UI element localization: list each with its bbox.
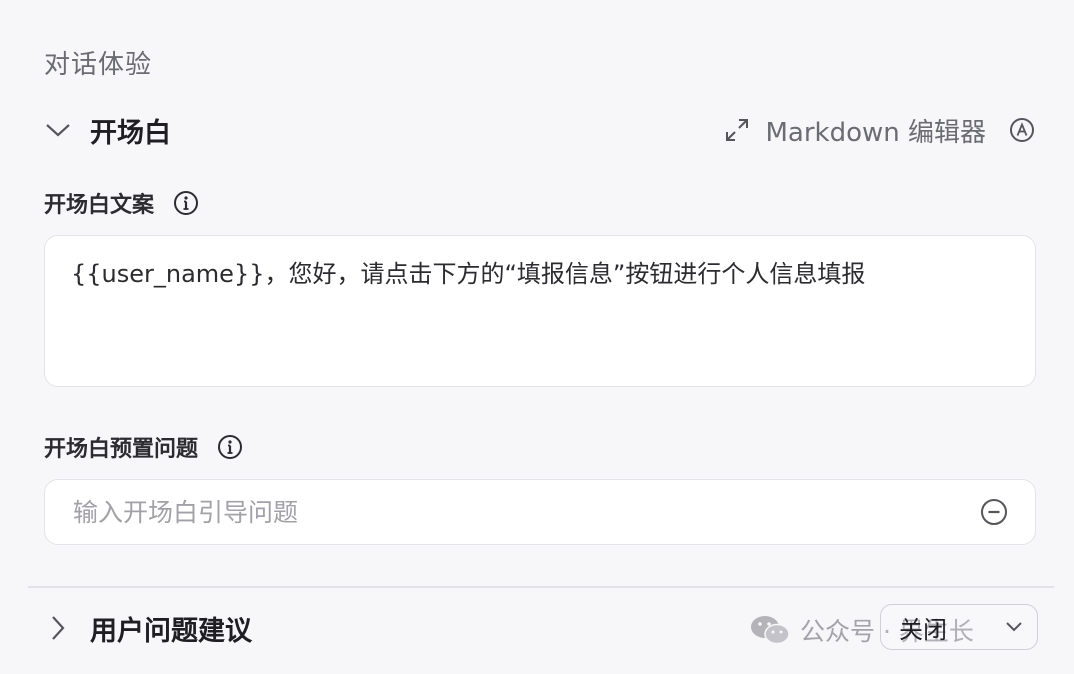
opening-preset-label: 开场白预置问题 bbox=[44, 437, 199, 462]
circle-a-icon[interactable] bbox=[1008, 116, 1036, 144]
markdown-editor-link[interactable]: Markdown 编辑器 bbox=[765, 112, 986, 149]
section-title: 对话体验 bbox=[44, 50, 153, 80]
suggestions-dropdown[interactable]: 关闭 bbox=[880, 604, 1038, 650]
dropdown-value: 关闭 bbox=[899, 615, 947, 644]
chevron-down-small-icon bbox=[1005, 618, 1023, 637]
chevron-right-icon[interactable] bbox=[44, 614, 72, 642]
opening-text-value: {{user_name}}，您好，请点击下方的“填报信息”按钮进行个人信息填报 bbox=[71, 260, 866, 288]
expand-icon[interactable] bbox=[723, 116, 751, 144]
info-icon[interactable] bbox=[172, 189, 200, 217]
wechat-icon bbox=[750, 614, 790, 646]
preset-question-field bbox=[44, 479, 1036, 545]
text-label-row: 开场白文案 bbox=[44, 187, 200, 219]
opening-header: 开场白 Markdown 编辑器 bbox=[44, 108, 1040, 152]
opening-text-area[interactable]: {{user_name}}，您好，请点击下方的“填报信息”按钮进行个人信息填报 bbox=[44, 235, 1036, 387]
minus-circle-icon[interactable] bbox=[979, 497, 1009, 527]
opening-text-label: 开场白文案 bbox=[44, 193, 155, 218]
suggestions-title[interactable]: 用户问题建议 bbox=[90, 609, 252, 648]
opening-title[interactable]: 开场白 bbox=[90, 111, 171, 150]
header-actions: Markdown 编辑器 bbox=[723, 112, 1040, 149]
preset-label-row: 开场白预置问题 bbox=[44, 431, 244, 463]
divider bbox=[28, 586, 1054, 588]
preset-question-input[interactable] bbox=[71, 496, 979, 528]
info-icon[interactable] bbox=[216, 433, 244, 461]
chevron-down-icon[interactable] bbox=[44, 116, 72, 144]
